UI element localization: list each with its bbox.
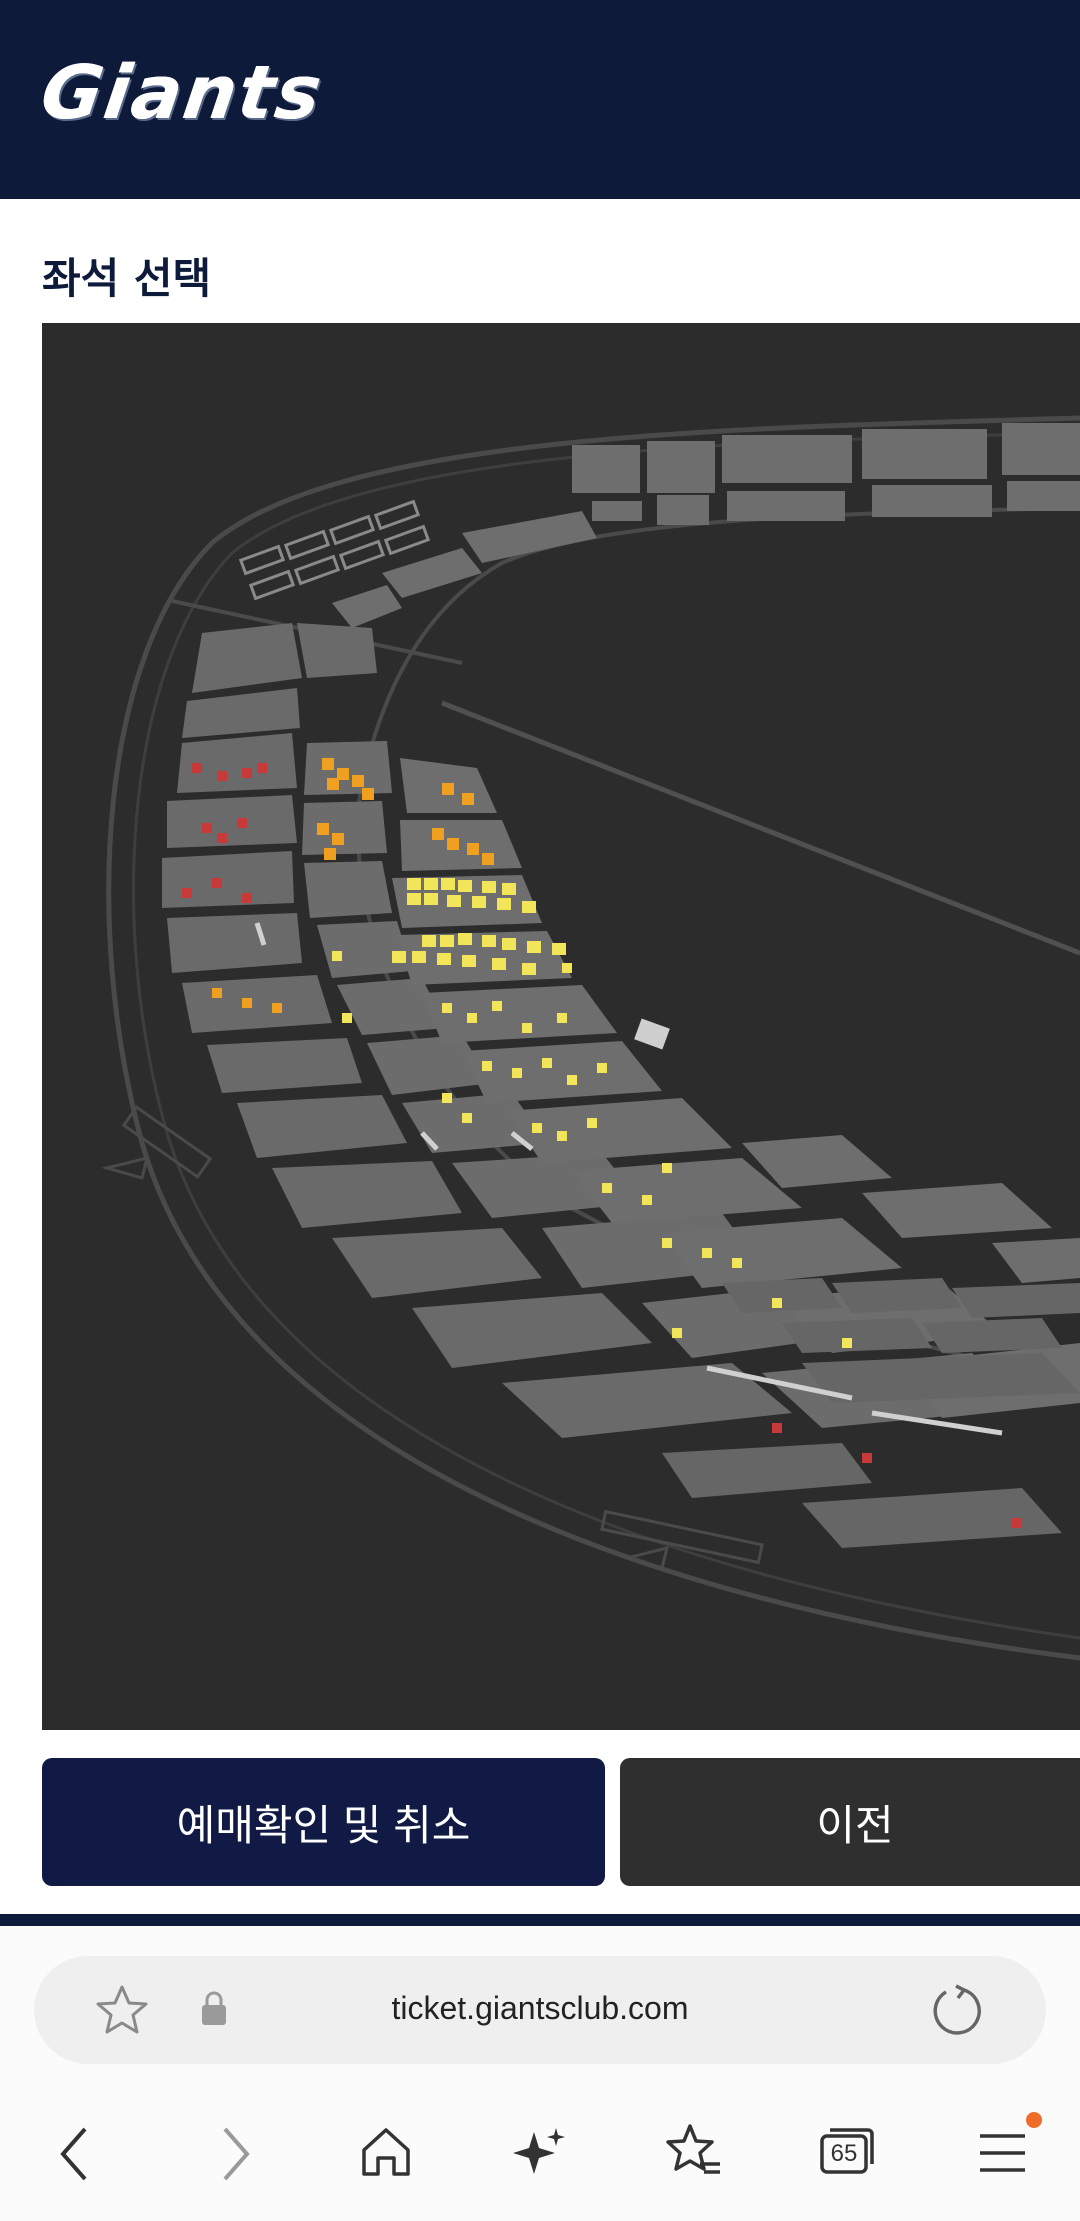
tabs-icon[interactable]: 65 — [818, 2126, 876, 2176]
giants-logo[interactable]: Giants — [36, 50, 328, 136]
refresh-icon[interactable] — [928, 1982, 984, 2038]
notification-dot — [1026, 2112, 1042, 2128]
stage-marker — [634, 1018, 670, 1050]
page-title: 좌석 선택 — [42, 254, 212, 303]
url-text[interactable]: ticket.giantsclub.com — [34, 1990, 1046, 2027]
outer-ring — [106, 415, 1080, 1661]
sparkle-icon[interactable] — [512, 2124, 568, 2180]
tab-count: 65 — [830, 2140, 858, 2167]
url-bar[interactable]: ticket.giantsclub.com — [34, 1956, 1046, 2064]
app-header: Giants — [0, 0, 1080, 199]
forward-icon[interactable] — [215, 2124, 255, 2184]
previous-button[interactable]: 이전 — [620, 1758, 1080, 1886]
home-icon[interactable] — [358, 2124, 414, 2180]
menu-icon[interactable] — [975, 2106, 1045, 2186]
stadium-seat-map-svg[interactable] — [42, 323, 1080, 1730]
browser-chrome: ticket.giantsclub.com 65 — [0, 1926, 1080, 2221]
upper-outfield-sections[interactable] — [332, 423, 1080, 628]
confirm-cancel-button[interactable]: 예매확인 및 취소 — [42, 1758, 605, 1886]
seat-map[interactable] — [42, 323, 1080, 1730]
back-icon[interactable] — [55, 2124, 95, 2184]
outer-ring-inner — [132, 431, 1080, 1640]
browser-nav-bar: 65 — [0, 2096, 1080, 2206]
footer-divider — [0, 1914, 1080, 1926]
bookmarks-icon[interactable] — [662, 2122, 722, 2180]
